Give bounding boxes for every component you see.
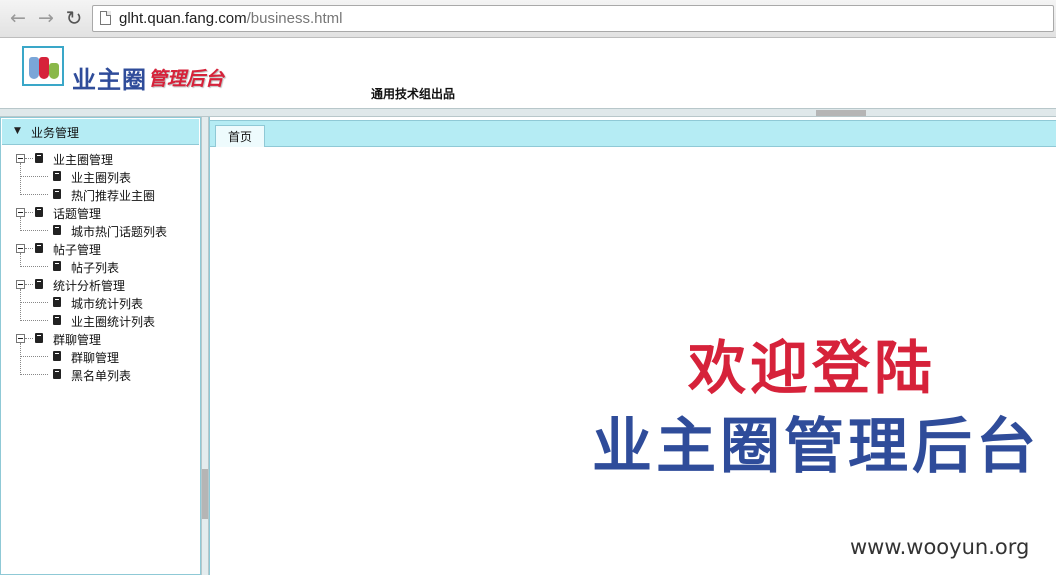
tree-group[interactable]: 话题管理 — [16, 204, 196, 222]
splitter-grip[interactable] — [202, 469, 208, 519]
tree-item[interactable]: 黑名单列表 — [16, 366, 196, 384]
tree-group-label: 群聊管理 — [53, 333, 102, 347]
collapse-icon[interactable] — [16, 208, 25, 217]
book-icon — [53, 369, 61, 379]
tree-item[interactable]: 帖子列表 — [16, 258, 196, 276]
book-icon — [53, 189, 61, 199]
tree-item-label: 业主圈统计列表 — [71, 315, 156, 329]
tree-group-label: 话题管理 — [53, 207, 102, 221]
header-tagline: 通用技术组出品 — [371, 87, 456, 101]
collapse-icon[interactable] — [16, 334, 25, 343]
splitter-grip[interactable] — [816, 110, 866, 116]
header-splitter[interactable] — [0, 108, 1056, 117]
tree-item[interactable]: 城市热门话题列表 — [16, 222, 196, 240]
book-icon — [35, 153, 43, 163]
book-icon — [53, 351, 61, 361]
back-button[interactable]: ← — [6, 6, 30, 30]
book-icon — [35, 207, 43, 217]
url-text[interactable]: glht.quan.fang.com/business.html — [119, 10, 342, 27]
app-header: 业主圈 管理后台 通用技术组出品 — [0, 38, 1056, 110]
logo-main-text: 业主圈 — [72, 66, 147, 94]
sidebar: ▼ 业务管理 业主圈管理业主圈列表热门推荐业主圈话题管理城市热门话题列表帖子管理… — [0, 117, 201, 575]
book-icon — [53, 315, 61, 325]
url-path: /business.html — [246, 10, 343, 27]
tab-home[interactable]: 首页 — [215, 125, 266, 147]
book-icon — [53, 225, 61, 235]
reload-button[interactable]: ↻ — [62, 6, 86, 30]
tree-group[interactable]: 群聊管理 — [16, 330, 196, 348]
logo-flask-icon — [22, 46, 64, 86]
tree-item[interactable]: 热门推荐业主圈 — [16, 186, 196, 204]
tree-group[interactable]: 统计分析管理 — [16, 276, 196, 294]
book-icon — [53, 261, 61, 271]
tree-group-label: 业主圈管理 — [53, 153, 114, 167]
forward-button[interactable]: → — [34, 6, 58, 30]
logo-sub-text: 管理后台 — [148, 68, 225, 90]
tree-item[interactable]: 业主圈列表 — [16, 168, 196, 186]
book-icon — [35, 279, 43, 289]
tree-item-label: 城市热门话题列表 — [71, 225, 168, 239]
book-icon — [35, 333, 43, 343]
book-icon — [35, 243, 43, 253]
url-host: glht.quan.fang.com — [119, 10, 247, 27]
tree-group[interactable]: 帖子管理 — [16, 240, 196, 258]
watermark-text: www.wooyun.org — [850, 535, 1030, 559]
reload-icon: ↻ — [65, 6, 83, 30]
collapse-icon[interactable] — [16, 154, 25, 163]
tree-item-label: 热门推荐业主圈 — [71, 189, 156, 203]
tree-item[interactable]: 群聊管理 — [16, 348, 196, 366]
page-icon — [100, 11, 111, 25]
address-bar[interactable]: glht.quan.fang.com/business.html — [92, 5, 1054, 32]
tree-item-label: 城市统计列表 — [71, 297, 144, 311]
tree-item[interactable]: 业主圈统计列表 — [16, 312, 196, 330]
vertical-splitter[interactable] — [201, 117, 209, 575]
book-icon — [53, 297, 61, 307]
arrow-left-icon: ← — [10, 6, 26, 29]
browser-toolbar: ← → ↻ glht.quan.fang.com/business.html — [0, 0, 1056, 38]
sidebar-title: 业务管理 — [31, 126, 80, 140]
tab-strip: 首页 — [210, 120, 1056, 147]
main-content: 首页 欢迎登陆 业主圈管理后台 — [209, 117, 1056, 575]
tree-item-label: 黑名单列表 — [71, 369, 132, 383]
tree-item-label: 群聊管理 — [71, 351, 120, 365]
welcome-heading: 欢迎登陆 — [688, 334, 937, 402]
collapse-icon[interactable] — [16, 280, 25, 289]
sidebar-header[interactable]: ▼ 业务管理 — [2, 119, 199, 145]
arrow-right-icon: → — [38, 6, 54, 29]
book-icon — [53, 171, 61, 181]
collapse-icon[interactable] — [16, 244, 25, 253]
tree-group-label: 统计分析管理 — [53, 279, 126, 293]
welcome-subheading: 业主圈管理后台 — [592, 412, 1040, 482]
tree-item[interactable]: 城市统计列表 — [16, 294, 196, 312]
tree-item-label: 业主圈列表 — [71, 171, 132, 185]
tree-item-label: 帖子列表 — [71, 261, 120, 275]
caret-down-icon: ▼ — [14, 126, 21, 136]
tree-group[interactable]: 业主圈管理 — [16, 150, 196, 168]
tree-group-label: 帖子管理 — [53, 243, 102, 257]
